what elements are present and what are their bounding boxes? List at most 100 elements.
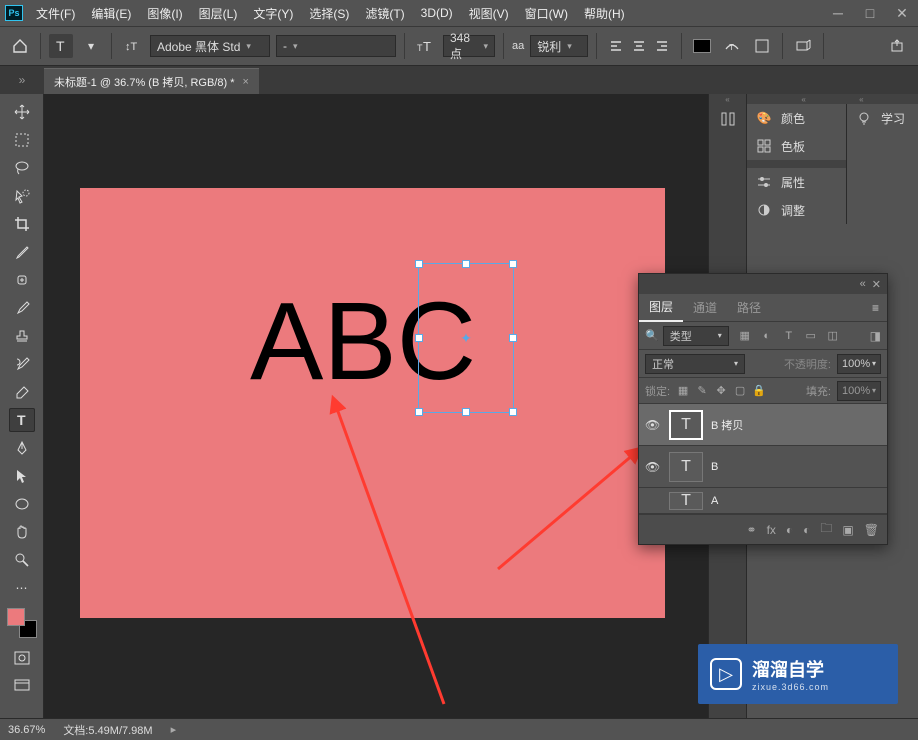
home-icon[interactable] bbox=[8, 34, 32, 58]
document-tab[interactable]: 未标题-1 @ 36.7% (B 拷贝, RGB/8) * × bbox=[44, 68, 259, 94]
stamp-tool-icon[interactable] bbox=[9, 324, 35, 348]
filter-pixel-icon[interactable]: ▦ bbox=[737, 328, 753, 344]
history-brush-tool-icon[interactable] bbox=[9, 352, 35, 376]
path-select-tool-icon[interactable] bbox=[9, 464, 35, 488]
transform-handle[interactable] bbox=[509, 334, 517, 342]
crop-tool-icon[interactable] bbox=[9, 212, 35, 236]
font-family-dropdown[interactable]: Adobe 黑体 Std bbox=[150, 35, 270, 57]
align-right-button[interactable] bbox=[651, 35, 673, 57]
panel-strip-icon[interactable] bbox=[709, 104, 747, 134]
eraser-tool-icon[interactable] bbox=[9, 380, 35, 404]
warp-text-icon[interactable]: T bbox=[720, 34, 744, 58]
font-style-dropdown[interactable]: - bbox=[276, 35, 396, 57]
text-tool-icon[interactable]: T bbox=[49, 34, 73, 58]
tool-preset-dropdown[interactable]: ▾ bbox=[79, 34, 103, 58]
filter-type-dropdown[interactable]: 类型 bbox=[663, 326, 729, 346]
lock-brush-icon[interactable]: ✎ bbox=[695, 384, 709, 397]
minimize-button[interactable]: ─ bbox=[822, 2, 854, 24]
artboard[interactable]: ABC ✦ bbox=[80, 188, 665, 618]
filter-type-icon[interactable]: T bbox=[781, 328, 797, 344]
layer-item[interactable]: T A bbox=[639, 488, 887, 514]
brush-tool-icon[interactable] bbox=[9, 296, 35, 320]
align-center-button[interactable] bbox=[628, 35, 650, 57]
adjustment-layer-icon[interactable]: ◐ bbox=[803, 523, 810, 537]
menu-3d[interactable]: 3D(D) bbox=[413, 0, 461, 26]
pen-tool-icon[interactable] bbox=[9, 436, 35, 460]
shape-tool-icon[interactable] bbox=[9, 492, 35, 516]
quick-select-tool-icon[interactable] bbox=[9, 184, 35, 208]
layers-panel-header[interactable]: « ✕ bbox=[639, 274, 887, 294]
close-button[interactable]: ✕ bbox=[886, 2, 918, 24]
doc-info[interactable]: 文档:5.49M/7.98M bbox=[63, 722, 152, 738]
marquee-tool-icon[interactable] bbox=[9, 128, 35, 152]
blend-mode-dropdown[interactable]: 正常 bbox=[645, 354, 745, 374]
visibility-icon[interactable]: 👁 bbox=[645, 460, 661, 474]
menu-window[interactable]: 窗口(W) bbox=[517, 0, 576, 26]
opacity-input[interactable]: 100% bbox=[837, 354, 881, 374]
tab-paths[interactable]: 路径 bbox=[727, 294, 771, 322]
text-orientation-icon[interactable]: ↕T bbox=[120, 34, 144, 58]
menu-edit[interactable]: 编辑(E) bbox=[83, 0, 139, 26]
filter-adjust-icon[interactable]: ◐ bbox=[759, 328, 775, 344]
menu-file[interactable]: 文件(F) bbox=[28, 0, 83, 26]
group-icon[interactable]: 🗀 bbox=[820, 519, 832, 540]
transform-handle[interactable] bbox=[415, 334, 423, 342]
font-size-dropdown[interactable]: 348 点 bbox=[443, 35, 495, 57]
menu-filter[interactable]: 滤镜(T) bbox=[357, 0, 412, 26]
new-layer-icon[interactable]: ▣ bbox=[842, 523, 853, 537]
character-panel-icon[interactable] bbox=[750, 34, 774, 58]
filter-smart-icon[interactable]: ◫ bbox=[825, 328, 841, 344]
visibility-icon[interactable]: 👁 bbox=[645, 418, 661, 432]
menu-image[interactable]: 图像(I) bbox=[139, 0, 190, 26]
align-left-button[interactable] bbox=[605, 35, 627, 57]
menu-select[interactable]: 选择(S) bbox=[301, 0, 357, 26]
canvas-area[interactable]: ABC ✦ bbox=[44, 94, 708, 718]
transform-bounding-box[interactable]: ✦ bbox=[418, 263, 514, 413]
eyedropper-tool-icon[interactable] bbox=[9, 240, 35, 264]
menu-view[interactable]: 视图(V) bbox=[461, 0, 517, 26]
quick-mask-icon[interactable] bbox=[9, 646, 35, 670]
lasso-tool-icon[interactable] bbox=[9, 156, 35, 180]
close-panel-icon[interactable]: ✕ bbox=[872, 278, 881, 291]
lock-position-icon[interactable]: ✥ bbox=[714, 384, 728, 397]
panel-swatches[interactable]: 色板 bbox=[747, 132, 846, 160]
panel-handle-icon[interactable]: « « bbox=[747, 94, 918, 104]
tab-layers[interactable]: 图层 bbox=[639, 294, 683, 322]
lock-pixels-icon[interactable]: ▦ bbox=[676, 384, 690, 397]
lock-artboard-icon[interactable]: ▢ bbox=[733, 384, 747, 397]
zoom-level[interactable]: 36.67% bbox=[8, 724, 45, 736]
type-tool-icon[interactable]: T bbox=[9, 408, 35, 432]
text-color-swatch[interactable] bbox=[690, 34, 714, 58]
transform-handle[interactable] bbox=[509, 408, 517, 416]
panel-adjustments[interactable]: 调整 bbox=[747, 196, 846, 224]
healing-tool-icon[interactable] bbox=[9, 268, 35, 292]
layer-fx-icon[interactable]: fx bbox=[767, 523, 776, 537]
panel-menu-icon[interactable]: ≡ bbox=[864, 301, 887, 315]
link-layers-icon[interactable]: ⚭ bbox=[747, 523, 757, 537]
filter-shape-icon[interactable]: ▭ bbox=[803, 328, 819, 344]
transform-center-icon[interactable]: ✦ bbox=[460, 332, 472, 344]
move-tool-icon[interactable] bbox=[9, 100, 35, 124]
screen-mode-icon[interactable] bbox=[9, 674, 35, 698]
menu-type[interactable]: 文字(Y) bbox=[245, 0, 301, 26]
panel-learn[interactable]: 学习 bbox=[847, 104, 918, 132]
layer-item[interactable]: 👁 T B bbox=[639, 446, 887, 488]
filter-toggle-icon[interactable]: ◨ bbox=[870, 329, 881, 343]
hand-tool-icon[interactable] bbox=[9, 520, 35, 544]
edit-toolbar-icon[interactable]: ⋯ bbox=[9, 576, 35, 600]
lock-all-icon[interactable]: 🔒 bbox=[752, 384, 766, 397]
transform-handle[interactable] bbox=[415, 408, 423, 416]
share-icon[interactable] bbox=[886, 34, 910, 58]
layer-name[interactable]: B bbox=[711, 461, 718, 473]
color-swatches[interactable] bbox=[7, 608, 37, 638]
layer-name[interactable]: B 拷贝 bbox=[711, 417, 743, 433]
layer-mask-icon[interactable]: ◐ bbox=[786, 523, 793, 537]
transform-handle[interactable] bbox=[415, 260, 423, 268]
transform-handle[interactable] bbox=[462, 408, 470, 416]
delete-layer-icon[interactable]: 🗑 bbox=[864, 523, 879, 537]
transform-handle[interactable] bbox=[462, 260, 470, 268]
fill-input[interactable]: 100% bbox=[837, 381, 881, 401]
collapse-icon[interactable]: « bbox=[860, 278, 866, 291]
foreground-color[interactable] bbox=[7, 608, 25, 626]
tab-channels[interactable]: 通道 bbox=[683, 294, 727, 322]
